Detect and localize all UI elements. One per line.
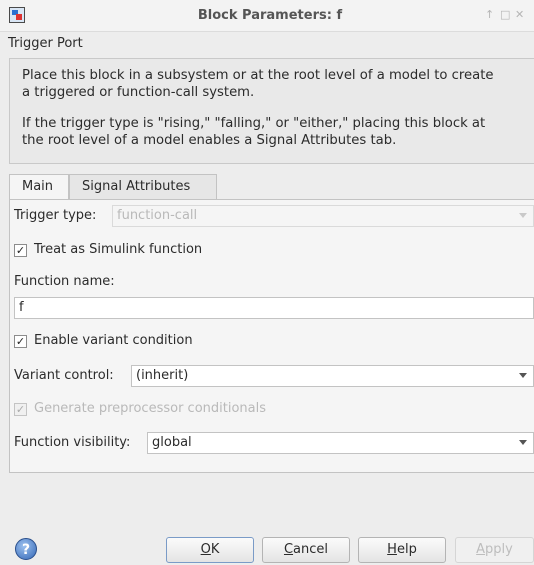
title-bar: Block Parameters: f ↑ □ ✕ [0, 0, 534, 32]
variant-control-label: Variant control: [14, 368, 114, 383]
help-question-icon[interactable]: ? [15, 538, 37, 560]
generate-preprocessor-checkbox: ✓ [14, 403, 27, 416]
description-line: a triggered or function-call system. [22, 85, 255, 100]
block-type-heading: Trigger Port [8, 36, 83, 51]
trigger-type-label: Trigger type: [14, 208, 97, 223]
maximize-icon[interactable]: □ [500, 8, 510, 21]
treat-as-simulink-function-label: Treat as Simulink function [34, 242, 203, 257]
chevron-down-icon [519, 440, 527, 445]
ok-mnemonic: O [200, 542, 211, 557]
help-mnemonic: H [387, 542, 397, 557]
tab-signal-attributes[interactable]: Signal Attributes [69, 174, 217, 200]
ok-button[interactable]: OK [166, 537, 254, 563]
keep-above-icon[interactable]: ↑ [485, 8, 494, 21]
cancel-label-rest: ancel [293, 542, 329, 557]
help-button[interactable]: Help [358, 537, 446, 563]
enable-variant-condition-label: Enable variant condition [34, 333, 193, 348]
window-title: Block Parameters: f [197, 8, 343, 23]
generate-preprocessor-label: Generate preprocessor conditionals [34, 401, 267, 416]
cancel-button[interactable]: Cancel [262, 537, 350, 563]
chevron-down-icon [519, 373, 527, 378]
variant-control-dropdown[interactable]: (inherit) [131, 365, 534, 387]
function-name-input[interactable]: f [14, 297, 534, 319]
trigger-type-dropdown[interactable]: function-call [112, 205, 534, 227]
tab-main[interactable]: Main [9, 174, 69, 201]
description-line: If the trigger type is "rising," "fallin… [22, 116, 486, 131]
function-visibility-dropdown[interactable]: global [147, 432, 534, 454]
trigger-type-value: function-call [117, 208, 198, 223]
simulink-app-icon [9, 7, 25, 23]
help-label-rest: elp [396, 542, 417, 557]
function-visibility-value: global [152, 435, 192, 450]
apply-mnemonic: A [476, 542, 486, 557]
enable-variant-condition-checkbox[interactable]: ✓ [14, 335, 27, 348]
function-visibility-label: Function visibility: [14, 435, 131, 450]
apply-label-rest: pply [485, 542, 513, 557]
chevron-down-icon [519, 213, 527, 218]
apply-button: Apply [455, 537, 534, 563]
function-name-label: Function name: [14, 274, 115, 289]
treat-as-simulink-function-checkbox[interactable]: ✓ [14, 244, 27, 257]
variant-control-value: (inherit) [136, 368, 189, 383]
cancel-mnemonic: C [283, 542, 294, 557]
description-line: Place this block in a subsystem or at th… [22, 68, 494, 83]
block-description: Place this block in a subsystem or at th… [9, 58, 534, 164]
description-line: the root level of a model enables a Sign… [22, 133, 397, 148]
ok-label-rest: K [210, 542, 220, 557]
close-icon[interactable]: ✕ [515, 8, 524, 21]
